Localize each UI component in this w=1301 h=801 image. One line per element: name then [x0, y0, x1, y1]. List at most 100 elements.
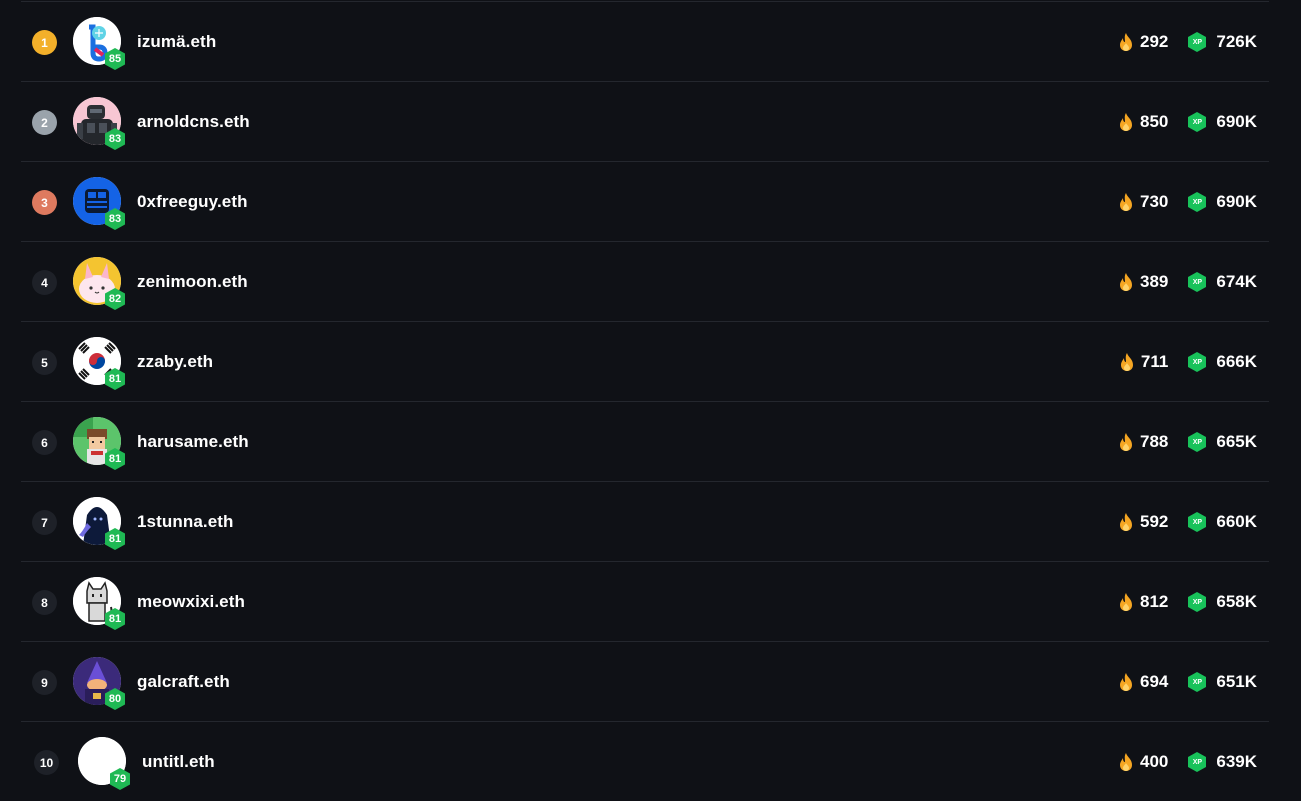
xp-badge-label: XP — [1192, 198, 1203, 206]
leaderboard-row[interactable]: 10 79 untitl.eth 400 XP 639K — [21, 721, 1269, 801]
leaderboard-row[interactable]: 4 82 zenimoon.eth 389 XP 674K — [21, 241, 1269, 321]
xp: XP 690K — [1186, 111, 1257, 133]
rank-badge: 9 — [32, 670, 57, 695]
rank-badge: 8 — [32, 590, 57, 615]
username[interactable]: meowxixi.eth — [137, 592, 245, 612]
xp-value: 665K — [1216, 432, 1257, 451]
xp: XP 726K — [1186, 31, 1257, 53]
row-stats: 292 XP 726K — [1118, 30, 1257, 54]
xp-hexagon-icon: XP — [1186, 511, 1208, 533]
username[interactable]: zzaby.eth — [137, 352, 213, 372]
streak-value: 592 — [1139, 512, 1169, 531]
leaderboard-row[interactable]: 5 81 zzaby.eth 711 XP 666K — [21, 321, 1269, 401]
avatar[interactable]: 81 — [73, 337, 125, 390]
row-stats: 850 XP 690K — [1118, 110, 1257, 134]
row-stats: 389 XP 674K — [1118, 270, 1257, 294]
level-badge: 83 — [103, 127, 127, 151]
streak-value: 292 — [1139, 32, 1169, 51]
xp: XP 660K — [1186, 511, 1257, 533]
level-value: 81 — [108, 373, 122, 385]
xp: XP 666K — [1186, 351, 1257, 373]
avatar[interactable]: 81 — [73, 497, 125, 550]
username[interactable]: galcraft.eth — [137, 672, 230, 692]
xp-badge-label: XP — [1192, 38, 1203, 46]
rank-badge: 5 — [32, 350, 57, 375]
level-value: 79 — [113, 773, 127, 785]
avatar[interactable]: 85 — [73, 17, 125, 70]
streak: 389 — [1118, 272, 1168, 292]
xp-hexagon-icon: XP — [1186, 31, 1208, 53]
avatar[interactable]: 83 — [73, 97, 125, 150]
xp-hexagon-icon: XP — [1186, 671, 1208, 693]
level-value: 85 — [108, 53, 122, 65]
xp-hexagon-icon: XP — [1186, 591, 1208, 613]
xp-hexagon-icon: XP — [1186, 191, 1208, 213]
rank-badge: 1 — [32, 30, 57, 55]
xp-value: 666K — [1216, 352, 1257, 371]
streak: 292 — [1118, 32, 1168, 52]
row-stats: 400 XP 639K — [1118, 750, 1257, 774]
level-value: 82 — [108, 293, 122, 305]
username[interactable]: arnoldcns.eth — [137, 112, 250, 132]
rank-badge: 3 — [32, 190, 57, 215]
leaderboard-row[interactable]: 9 80 galcraft.eth 694 XP 651K — [21, 641, 1269, 721]
xp-badge-label: XP — [1192, 518, 1203, 526]
xp: XP 651K — [1186, 671, 1257, 693]
xp-value: 690K — [1216, 112, 1257, 131]
xp-value: 674K — [1216, 272, 1257, 291]
leaderboard-row[interactable]: 1 85 izumä.eth 292 XP 726K — [21, 1, 1269, 81]
xp-value: 651K — [1216, 672, 1257, 691]
xp-hexagon-icon: XP — [1186, 431, 1208, 453]
streak: 850 — [1118, 112, 1168, 132]
flame-icon — [1119, 673, 1132, 691]
streak: 711 — [1119, 352, 1168, 372]
level-value: 81 — [108, 533, 122, 545]
username[interactable]: zenimoon.eth — [137, 272, 248, 292]
rank-badge: 10 — [34, 750, 59, 775]
xp-badge-label: XP — [1192, 278, 1203, 286]
xp-badge-label: XP — [1192, 598, 1203, 606]
level-badge: 79 — [108, 767, 132, 791]
level-value: 83 — [108, 213, 122, 225]
username[interactable]: izumä.eth — [137, 32, 216, 52]
leaderboard-row[interactable]: 8 81 meowxixi.eth 812 XP 658K — [21, 561, 1269, 641]
xp-hexagon-icon: XP — [1186, 751, 1208, 773]
username[interactable]: untitl.eth — [142, 752, 215, 772]
streak: 592 — [1118, 512, 1168, 532]
flame-icon — [1119, 433, 1132, 451]
avatar[interactable]: 82 — [73, 257, 125, 310]
level-badge: 81 — [103, 447, 127, 471]
rank-badge: 6 — [32, 430, 57, 455]
row-stats: 812 XP 658K — [1118, 590, 1257, 614]
rank-badge: 7 — [32, 510, 57, 535]
xp-value: 658K — [1216, 592, 1257, 611]
avatar[interactable]: 80 — [73, 657, 125, 710]
row-stats: 694 XP 651K — [1118, 670, 1257, 694]
leaderboard-row[interactable]: 2 83 arnoldcns.eth 850 XP 690K — [21, 81, 1269, 161]
xp: XP 639K — [1186, 751, 1257, 773]
avatar[interactable]: 79 — [78, 737, 130, 790]
leaderboard-row[interactable]: 3 83 0xfreeguy.eth 730 XP 690K — [21, 161, 1269, 241]
leaderboard-row[interactable]: 6 81 harusame.eth 788 XP 665K — [21, 401, 1269, 481]
username[interactable]: 0xfreeguy.eth — [137, 192, 248, 212]
flame-icon — [1120, 353, 1133, 371]
level-badge: 80 — [103, 687, 127, 711]
avatar[interactable]: 81 — [73, 417, 125, 470]
leaderboard-row[interactable]: 7 81 1stunna.eth 592 XP 660K — [21, 481, 1269, 561]
xp-value: 726K — [1216, 32, 1257, 51]
xp-value: 639K — [1216, 752, 1257, 771]
streak: 400 — [1118, 752, 1168, 772]
avatar[interactable]: 83 — [73, 177, 125, 230]
username[interactable]: harusame.eth — [137, 432, 249, 452]
avatar[interactable]: 81 — [73, 577, 125, 630]
username[interactable]: 1stunna.eth — [137, 512, 234, 532]
level-badge: 81 — [103, 367, 127, 391]
streak-value: 694 — [1139, 672, 1169, 691]
streak-value: 389 — [1139, 272, 1169, 291]
rank-badge: 2 — [32, 110, 57, 135]
xp-badge-label: XP — [1192, 358, 1203, 366]
flame-icon — [1119, 33, 1132, 51]
flame-icon — [1119, 113, 1132, 131]
xp-badge-label: XP — [1192, 758, 1203, 766]
level-value: 81 — [108, 613, 122, 625]
